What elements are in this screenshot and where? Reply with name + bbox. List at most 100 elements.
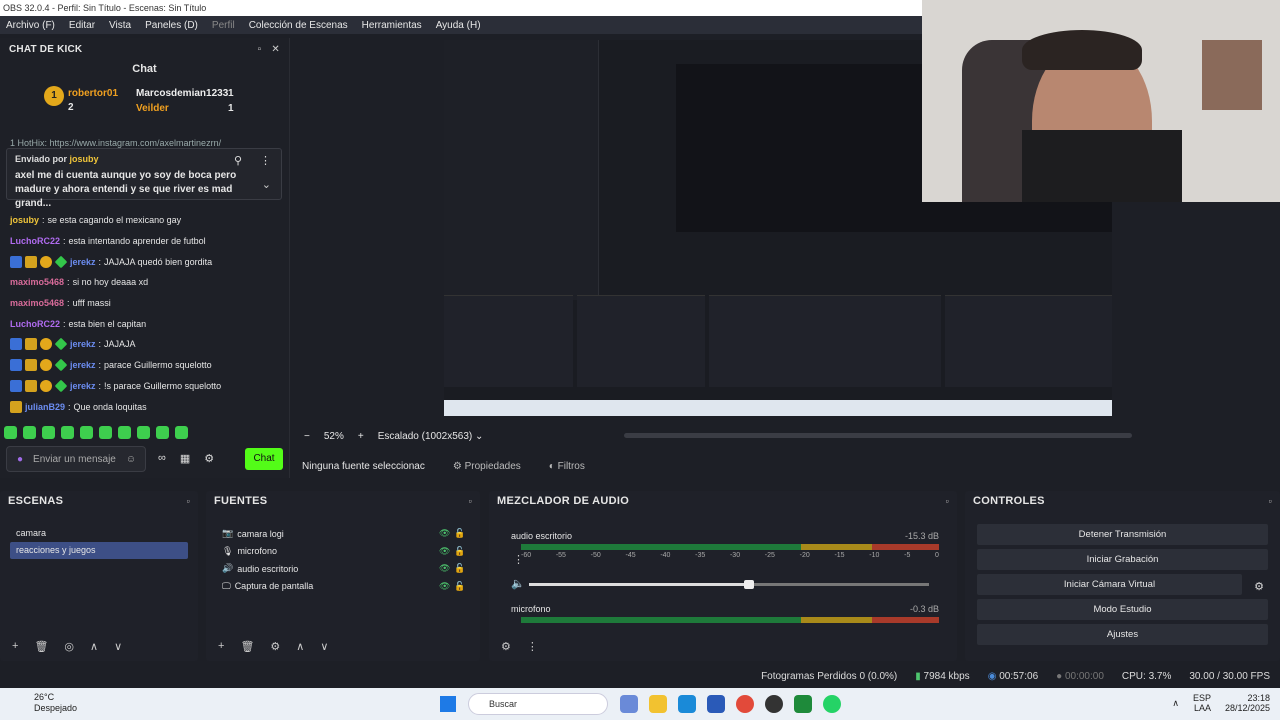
trash-icon[interactable]: 🗑 — [34, 640, 48, 653]
source-item[interactable]: 🎙 microfono 👁 🔓 — [214, 543, 480, 561]
pin-icon[interactable]: ⚲ — [234, 154, 242, 167]
visibility-icon[interactable]: 👁 — [439, 581, 450, 592]
windows-start-icon[interactable] — [440, 696, 456, 712]
visibility-icon[interactable]: 👁 — [439, 563, 450, 574]
scene-item[interactable]: reacciones y juegos — [10, 542, 188, 559]
tray-chevron-icon[interactable]: ∧ — [1172, 698, 1179, 708]
chat-username[interactable]: maximo5468 — [10, 298, 64, 308]
lock-icon[interactable]: 🔓 — [454, 528, 465, 539]
start-virtual-camera-button[interactable]: Iniciar Cámara Virtual — [977, 574, 1242, 595]
menu-item[interactable]: Editar — [69, 20, 95, 31]
chevron-down-icon[interactable]: ⌄ — [262, 178, 271, 191]
folder-icon[interactable] — [649, 695, 667, 713]
more-icon[interactable]: ⋮ — [527, 640, 538, 653]
menu-item[interactable]: Archivo (F) — [6, 20, 55, 31]
emote-icon[interactable] — [99, 426, 112, 439]
emote-icon[interactable] — [80, 426, 93, 439]
source-item[interactable]: 🖵 Captura de pantalla 👁 🔓 — [214, 578, 480, 596]
copilot-icon[interactable] — [620, 695, 638, 713]
emote-icon[interactable] — [61, 426, 74, 439]
preview-scrollbar[interactable] — [624, 433, 1132, 438]
studio-mode-button[interactable]: Modo Estudio — [977, 599, 1268, 620]
start-recording-button[interactable]: Iniciar Grabación — [977, 549, 1268, 570]
menu-item[interactable]: Colección de Escenas — [249, 20, 348, 31]
gear-icon[interactable]: ⚙ — [501, 640, 511, 653]
store-icon[interactable]: ▦ — [180, 452, 190, 465]
visibility-icon[interactable]: 👁 — [439, 528, 450, 539]
move-up-icon[interactable]: ∧ — [90, 640, 98, 653]
microphone-icon[interactable]: ● — [17, 454, 23, 465]
menu-item[interactable]: Paneles (D) — [145, 20, 198, 31]
menu-item[interactable]: Vista — [109, 20, 131, 31]
float-icon[interactable]: ▫ — [946, 496, 950, 506]
chat-send-button[interactable]: Chat — [245, 448, 283, 470]
menu-item[interactable]: Ayuda (H) — [436, 20, 481, 31]
gear-icon[interactable]: ⚙ — [270, 640, 280, 653]
clock[interactable]: 23:18 28/12/2025 — [1225, 693, 1270, 713]
emote-icon[interactable] — [23, 426, 36, 439]
edge-icon[interactable] — [678, 695, 696, 713]
volume-slider[interactable] — [529, 580, 929, 589]
filters-button[interactable]: ◐ Filtros — [549, 461, 585, 472]
speaker-icon[interactable]: 🔈 — [511, 577, 525, 590]
chat-username[interactable]: maximo5468 — [10, 277, 64, 287]
lock-icon[interactable]: 🔓 — [454, 581, 465, 592]
lang-indicator[interactable]: ESP LAA — [1193, 693, 1211, 713]
emote-icon[interactable] — [175, 426, 188, 439]
add-icon[interactable]: + — [12, 640, 18, 653]
pinned-message[interactable]: Enviado por josuby axel me di cuenta aun… — [6, 148, 282, 209]
emote-icon[interactable] — [42, 426, 55, 439]
link-icon[interactable]: ∞ — [158, 452, 166, 465]
chat-username[interactable]: josuby — [10, 215, 39, 225]
trash-icon[interactable]: 🗑 — [240, 640, 254, 653]
obs-icon[interactable] — [765, 695, 783, 713]
chat-username[interactable]: jerekz — [70, 339, 96, 349]
excel-icon[interactable] — [794, 695, 812, 713]
source-item[interactable]: 📷 camara logi 👁 🔓 — [214, 525, 480, 543]
chat-username[interactable]: julianB29 — [25, 402, 65, 412]
add-icon[interactable]: + — [218, 640, 224, 653]
chat-input[interactable]: ● Enviar un mensaje ☺ — [6, 446, 146, 472]
lock-icon[interactable]: 🔓 — [454, 546, 465, 557]
close-icon[interactable]: ✕ — [271, 44, 280, 55]
menu-item[interactable]: Perfil — [212, 20, 235, 31]
gear-icon[interactable]: ⚙ — [1254, 580, 1264, 593]
chrome-icon[interactable] — [736, 695, 754, 713]
weather-widget[interactable]: 26°C Despejado — [12, 692, 77, 714]
float-icon[interactable]: ▫ — [187, 496, 191, 506]
stop-stream-button[interactable]: Detener Transmisión — [977, 524, 1268, 545]
move-up-icon[interactable]: ∧ — [296, 640, 304, 653]
emote-icon[interactable] — [156, 426, 169, 439]
chat-username[interactable]: jerekz — [70, 360, 96, 370]
taskbar-search[interactable]: Buscar — [468, 693, 608, 715]
float-icon[interactable]: ▫ — [1269, 496, 1273, 506]
chat-username[interactable]: jerekz — [70, 381, 96, 391]
move-down-icon[interactable]: ∨ — [114, 640, 122, 653]
emote-icon[interactable] — [4, 426, 17, 439]
settings-button[interactable]: Ajustes — [977, 624, 1268, 645]
filter-icon[interactable]: ◎ — [64, 640, 74, 653]
source-item[interactable]: 🔊 audio escritorio 👁 🔓 — [214, 560, 480, 578]
chat-username[interactable]: LuchoRC22 — [10, 319, 60, 329]
emoji-icon[interactable]: ☺ — [126, 454, 136, 465]
more-icon[interactable]: ⋮ — [260, 154, 271, 167]
volume-knob[interactable] — [744, 580, 754, 589]
emote-icon[interactable] — [137, 426, 150, 439]
zoom-in-button[interactable]: + — [358, 431, 364, 442]
properties-button[interactable]: ⚙ Propiedades — [453, 461, 521, 472]
store-icon[interactable] — [707, 695, 725, 713]
lock-icon[interactable]: 🔓 — [454, 563, 465, 574]
scale-mode-select[interactable]: Escalado (1002x563) ⌄ — [378, 431, 484, 442]
gear-icon[interactable]: ⚙ — [204, 452, 214, 465]
more-icon[interactable]: ⋮ — [513, 553, 524, 566]
float-icon[interactable]: ▫ — [469, 496, 473, 506]
emote-icon[interactable] — [118, 426, 131, 439]
move-down-icon[interactable]: ∨ — [320, 640, 328, 653]
chat-username[interactable]: jerekz — [70, 257, 96, 267]
zoom-out-button[interactable]: − — [304, 431, 310, 442]
float-icon[interactable]: ▫ — [258, 44, 262, 55]
visibility-icon[interactable]: 👁 — [439, 546, 450, 557]
menu-item[interactable]: Herramientas — [362, 20, 422, 31]
whatsapp-icon[interactable] — [823, 695, 841, 713]
chat-username[interactable]: LuchoRC22 — [10, 236, 60, 246]
